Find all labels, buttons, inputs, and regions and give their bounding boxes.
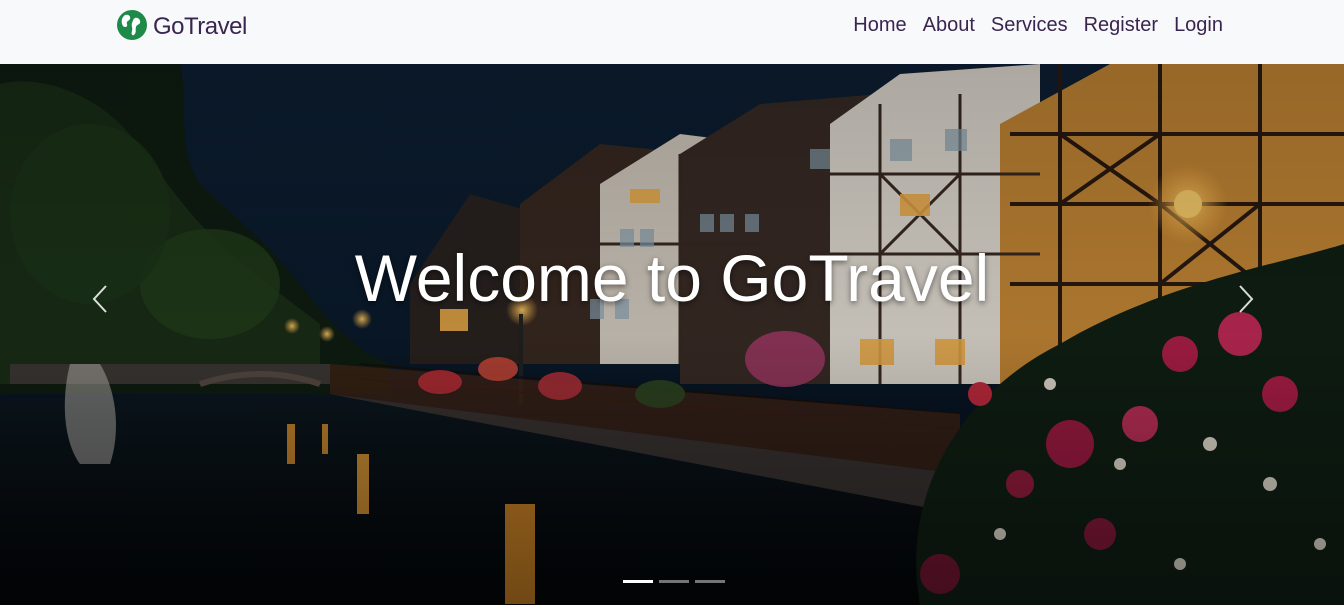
carousel-next-button[interactable] xyxy=(1226,274,1266,324)
nav-item-about: About xyxy=(915,12,983,38)
nav-link-services[interactable]: Services xyxy=(983,12,1076,38)
nav-link-about[interactable]: About xyxy=(915,12,983,38)
nav-item-services: Services xyxy=(983,12,1076,38)
brand-logo-link[interactable]: GoTravel xyxy=(116,8,247,42)
nav-item-register: Register xyxy=(1076,12,1166,38)
nav-link-login[interactable]: Login xyxy=(1166,12,1231,38)
hero-title: Welcome to GoTravel xyxy=(354,241,990,315)
nav-link-register[interactable]: Register xyxy=(1076,12,1166,38)
nav-item-home: Home xyxy=(845,12,914,38)
chevron-right-icon xyxy=(1239,285,1254,313)
hero-carousel: Welcome to GoTravel xyxy=(0,64,1344,605)
chevron-left-icon xyxy=(92,285,107,313)
brand-name: GoTravel xyxy=(153,12,247,40)
globe-icon xyxy=(117,10,147,40)
carousel-indicator-1[interactable] xyxy=(623,580,653,583)
hero-background-image xyxy=(0,64,1344,605)
carousel-indicator-2[interactable] xyxy=(659,580,689,583)
carousel-indicator-3[interactable] xyxy=(695,580,725,583)
nav-item-login: Login xyxy=(1166,12,1231,38)
main-nav: Home About Services Register Login xyxy=(845,12,1231,38)
nav-link-home[interactable]: Home xyxy=(845,12,914,38)
navbar: GoTravel Home About Services Register Lo… xyxy=(0,0,1344,64)
carousel-indicators xyxy=(623,580,725,583)
carousel-prev-button[interactable] xyxy=(80,274,120,324)
